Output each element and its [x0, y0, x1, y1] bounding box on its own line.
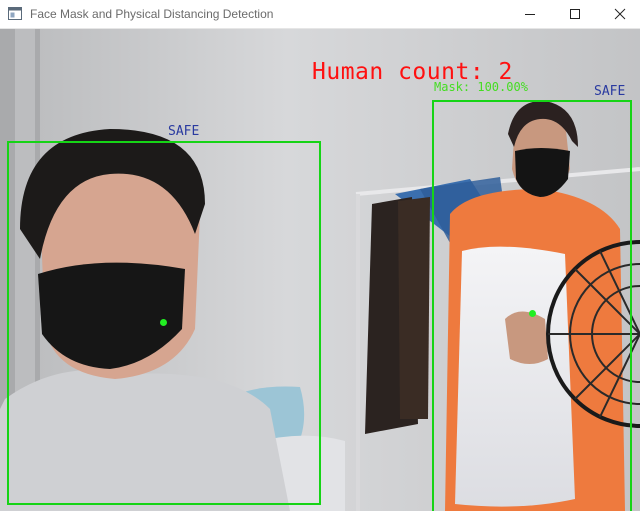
window-title: Face Mask and Physical Distancing Detect…: [30, 7, 274, 21]
close-icon: [614, 8, 626, 20]
close-button[interactable]: [597, 0, 640, 28]
minimize-icon: [525, 14, 535, 15]
centroid-dot-right: [529, 310, 536, 317]
detection-box-right: [432, 100, 632, 511]
maximize-button[interactable]: [552, 0, 598, 28]
camera-feed: Human count: 2 Mask: 100.00% SAFE SAFE: [0, 29, 640, 511]
window-titlebar[interactable]: Face Mask and Physical Distancing Detect…: [0, 0, 640, 29]
app-window-icon: [8, 7, 22, 20]
status-label-left: SAFE: [168, 124, 200, 139]
mask-confidence-label: Mask: 100.00%: [434, 80, 528, 94]
status-label-right: SAFE: [594, 84, 626, 99]
centroid-dot-left: [160, 319, 167, 326]
maximize-icon: [570, 9, 580, 19]
minimize-button[interactable]: [507, 0, 553, 28]
